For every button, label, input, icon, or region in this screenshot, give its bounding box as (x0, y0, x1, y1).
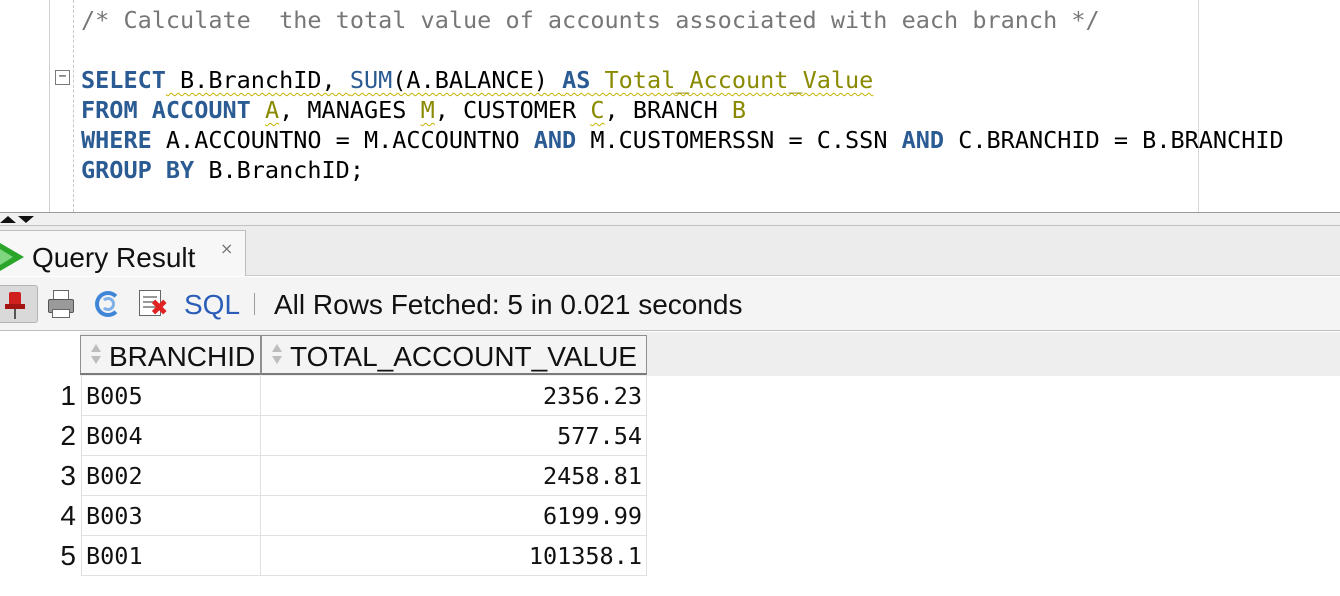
print-button[interactable] (42, 285, 80, 323)
cell-total[interactable]: 6199.99 (261, 496, 647, 536)
sort-icon[interactable] (271, 344, 283, 368)
result-toolbar: ✖ SQL All Rows Fetched: 5 in 0.021 secon… (0, 277, 1340, 331)
expand-up-icon[interactable] (0, 216, 16, 223)
keyword-select: SELECT (81, 66, 166, 94)
result-grid[interactable]: BRANCHID TOTAL_ACCOUNT_VALUE 1 B005 2356… (0, 332, 1340, 596)
cell-total[interactable]: 2458.81 (261, 456, 647, 496)
table-account: ACCOUNT (151, 96, 251, 124)
table-row[interactable]: 3 B002 2458.81 (0, 456, 648, 496)
clear-button[interactable]: ✖ (134, 285, 172, 323)
tab-query-result[interactable]: Query Result × (0, 230, 246, 276)
keyword-and: AND (533, 126, 577, 154)
fetch-status-text: All Rows Fetched: 5 in 0.021 seconds (274, 289, 743, 320)
row-number: 4 (60, 500, 76, 531)
code-line-select: SELECT B.BranchID, SUM(A.BALANCE) AS Tot… (81, 65, 873, 95)
select-columns-text: B.BranchID, (165, 66, 350, 94)
close-icon[interactable]: × (220, 239, 233, 258)
column-header-total-account-value[interactable]: TOTAL_ACCOUNT_VALUE (261, 335, 647, 375)
grid-corner (0, 332, 80, 376)
keyword-where: WHERE (81, 126, 152, 154)
column-alias: Total_Account_Value (604, 66, 874, 94)
sql-button[interactable]: SQL (184, 289, 240, 321)
code-line-group-by: GROUP BY B.BranchID; (81, 156, 364, 184)
editor-margin-guide (73, 0, 74, 212)
alias-m: M (420, 96, 435, 124)
editor-gutter-divider (49, 0, 50, 212)
run-icon-highlight (0, 249, 13, 265)
code-line-where: WHERE A.ACCOUNTNO = M.ACCOUNTNO AND M.CU… (81, 126, 1284, 154)
function-sum: SUM (349, 66, 393, 94)
fold-toggle-icon[interactable]: − (55, 70, 70, 85)
cell-branchid[interactable]: B001 (81, 536, 261, 576)
row-number: 3 (60, 460, 76, 491)
table-row[interactable]: 2 B004 577.54 (0, 416, 648, 456)
pin-button[interactable] (0, 285, 38, 323)
tab-label: Query Result (32, 242, 196, 273)
cell-total[interactable]: 577.54 (261, 416, 647, 456)
editor-right-margin (1198, 0, 1199, 212)
keyword-and: AND (901, 126, 945, 154)
alias-b: B (731, 96, 747, 124)
keyword-group-by: GROUP BY (81, 156, 195, 184)
collapse-down-icon[interactable] (18, 216, 34, 223)
code-line-from: FROM ACCOUNT A, MANAGES M, CUSTOMER C, B… (81, 96, 747, 124)
cell-branchid[interactable]: B005 (81, 376, 261, 416)
panel-splitter[interactable] (0, 212, 1340, 226)
cell-branchid[interactable]: B002 (81, 456, 261, 496)
row-number: 2 (60, 420, 76, 451)
refresh-button[interactable] (88, 285, 126, 323)
table-row[interactable]: 5 B001 101358.1 (0, 536, 648, 576)
table-row[interactable]: 1 B005 2356.23 (0, 376, 648, 416)
toolbar-separator (254, 293, 255, 315)
code-comment-line: /* Calculate the total value of accounts… (81, 6, 1100, 34)
row-number: 1 (60, 380, 76, 411)
alias-c: C (590, 96, 605, 124)
row-number: 5 (60, 540, 76, 571)
cell-total[interactable]: 2356.23 (261, 376, 647, 416)
cell-branchid[interactable]: B004 (81, 416, 261, 456)
alias-a: A (264, 96, 280, 124)
sum-argument-text: (A.BALANCE) (392, 66, 563, 94)
cell-total[interactable]: 101358.1 (261, 536, 647, 576)
cell-branchid[interactable]: B003 (81, 496, 261, 536)
from-tables-text: , MANAGES (279, 96, 421, 124)
keyword-as: AS (562, 66, 591, 94)
sort-icon[interactable] (90, 344, 102, 368)
grid-header-row: BRANCHID TOTAL_ACCOUNT_VALUE (0, 332, 1340, 376)
table-row[interactable]: 4 B003 6199.99 (0, 496, 648, 536)
sql-editor[interactable]: /* Calculate the total value of accounts… (0, 0, 1340, 212)
result-tab-strip: Query Result × (0, 226, 1340, 276)
keyword-from: FROM (81, 96, 138, 124)
column-header-branchid[interactable]: BRANCHID (80, 335, 261, 375)
